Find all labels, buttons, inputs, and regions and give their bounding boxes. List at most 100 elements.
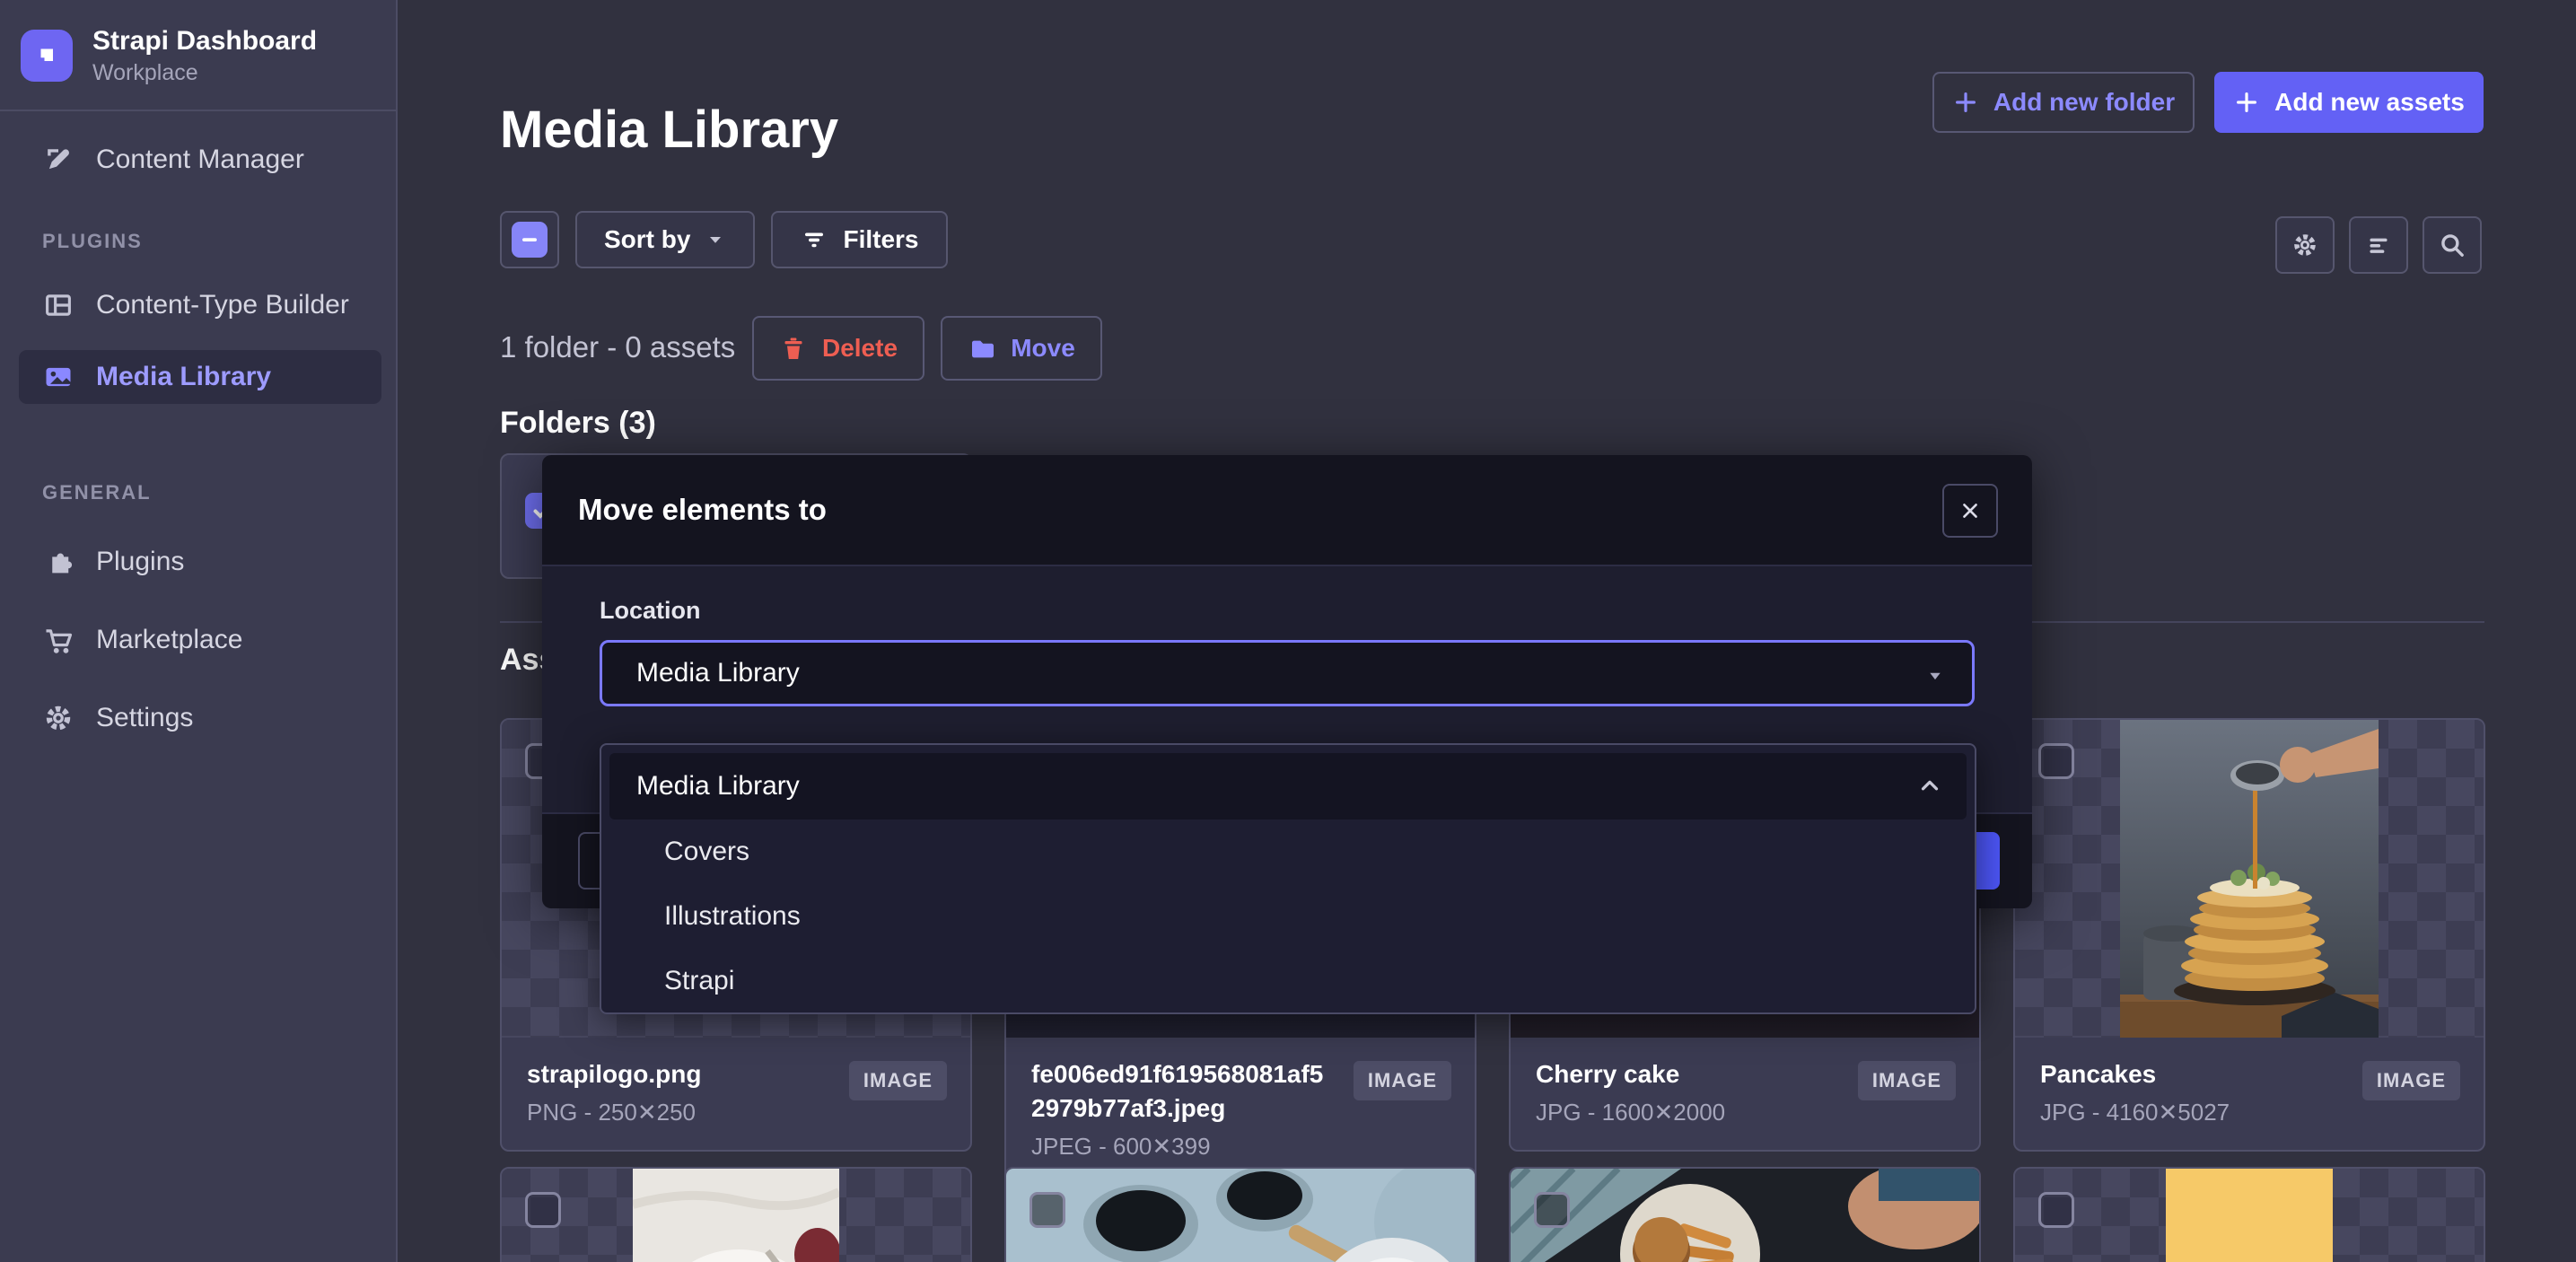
plus-icon [1952,89,1979,116]
move-button[interactable]: Move [941,316,1102,381]
asset-thumbnail [1511,1169,1979,1262]
search-button[interactable] [2423,216,2482,274]
toolbar: Sort by Filters [500,211,948,268]
trash-icon [779,334,808,363]
page-title: Media Library [500,100,838,160]
sidebar-item-label: Content Manager [96,145,304,175]
asset-card-pancakes[interactable]: Pancakes JPG - 4160✕5027 IMAGE [2013,718,2485,1152]
sort-by-button[interactable]: Sort by [575,211,755,268]
folders-heading: Folders (3) [500,406,656,441]
sidebar-section-general: GENERAL [42,481,152,504]
asset-name: strapilogo.png [527,1057,701,1091]
chevron-down-icon [1923,664,1947,688]
sidebar-item-label: Plugins [96,547,184,577]
header-actions: Add new folder Add new assets [1932,72,2484,133]
magnifier-icon [2437,230,2467,260]
sidebar-item-content-manager[interactable]: Content Manager [19,133,381,187]
sidebar-item-label: Content-Type Builder [96,290,349,320]
asset-checkbox[interactable] [525,1192,561,1228]
dropdown-option-covers[interactable]: Covers [601,819,1975,884]
sidebar-section-plugins: PLUGINS [42,230,143,253]
asset-meta: JPEG - 600✕399 [1031,1133,1336,1161]
asset-checkbox[interactable] [2038,743,2074,779]
feather-pen-icon [42,144,74,176]
sidebar: Strapi Dashboard Workplace Content Manag… [0,0,398,1262]
modal-title: Move elements to [578,493,827,527]
asset-card[interactable] [2013,1167,2485,1262]
add-new-assets-label: Add new assets [2274,88,2465,117]
asset-name: Cherry cake [1536,1057,1725,1091]
sidebar-item-label: Marketplace [96,625,242,655]
sidebar-item-label: Settings [96,703,193,733]
asset-type-badge: IMAGE [1354,1061,1451,1100]
workspace-switcher[interactable]: Strapi Dashboard Workplace [21,25,317,86]
asset-card[interactable] [500,1167,972,1262]
asset-card[interactable] [1509,1167,1981,1262]
plus-icon [2233,89,2260,116]
chevron-down-icon [705,229,726,250]
funnel-icon [800,225,828,254]
close-icon [1957,497,1984,524]
option-label: Strapi [664,966,734,996]
asset-text: fe006ed91f619568081af52979b77af3.jpeg JP… [1031,1057,1336,1161]
delete-label: Delete [822,334,898,363]
add-new-assets-button[interactable]: Add new assets [2214,72,2484,133]
gear-icon [42,702,74,734]
sidebar-item-label: Media Library [96,362,271,392]
coffee-table-thumbnail [1006,1169,1475,1262]
dropdown-option-illustrations[interactable]: Illustrations [601,884,1975,949]
move-label: Move [1011,334,1075,363]
location-select-value: Media Library [636,658,800,688]
dropdown-option-media-library[interactable]: Media Library [609,753,1967,819]
location-label: Location [600,597,701,625]
asset-text: strapilogo.png PNG - 250✕250 [527,1057,701,1126]
ice-cream-thumbnail [2166,1169,2333,1262]
add-new-folder-label: Add new folder [1993,88,2175,117]
sidebar-item-marketplace[interactable]: Marketplace [19,613,381,667]
selection-summary: 1 folder - 0 assets [500,330,735,364]
shopping-cart-icon [42,624,74,656]
asset-thumbnail [502,1169,970,1262]
sidebar-item-content-type-builder[interactable]: Content-Type Builder [19,278,381,332]
sort-by-label: Sort by [604,225,690,254]
modal-header: Move elements to [542,455,2032,566]
asset-checkbox[interactable] [1030,1192,1065,1228]
dropdown-option-strapi[interactable]: Strapi [601,949,1975,1013]
asset-meta: PNG - 250✕250 [527,1099,701,1126]
asset-type-badge: IMAGE [1858,1061,1956,1100]
chevron-up-icon [1916,773,1943,800]
asset-checkbox[interactable] [1534,1192,1570,1228]
asset-type-badge: IMAGE [2362,1061,2460,1100]
strapi-media-library-screen: Strapi Dashboard Workplace Content Manag… [0,0,2576,1262]
option-label: Covers [664,837,749,867]
filters-label: Filters [843,225,918,254]
cog-button[interactable] [2275,216,2335,274]
workspace-name: Workplace [92,60,317,86]
select-all-toggle[interactable] [500,211,559,268]
sidebar-item-settings[interactable]: Settings [19,691,381,745]
close-button[interactable] [1942,484,1998,538]
folder-icon [968,334,996,363]
delete-button[interactable]: Delete [752,316,924,381]
sidebar-item-media-library[interactable]: Media Library [19,350,381,404]
filters-button[interactable]: Filters [771,211,947,268]
option-label: Media Library [636,771,800,802]
pasta-plate-thumbnail [633,1169,839,1262]
asset-text: Cherry cake JPG - 1600✕2000 [1536,1057,1725,1126]
sidebar-divider [0,110,396,111]
asset-thumbnail [1006,1169,1475,1262]
asset-card[interactable] [1004,1167,1476,1262]
option-label: Illustrations [664,901,801,932]
location-select[interactable]: Media Library [600,640,1975,706]
asset-text: Pancakes JPG - 4160✕5027 [2040,1057,2230,1126]
list-view-button[interactable] [2349,216,2408,274]
asset-type-badge: IMAGE [849,1061,947,1100]
picture-icon [42,361,74,393]
add-new-folder-button[interactable]: Add new folder [1932,72,2195,133]
list-lines-icon [2363,230,2394,260]
asset-checkbox[interactable] [2038,1192,2074,1228]
asset-thumbnail [2015,720,2484,1038]
asset-name: Pancakes [2040,1057,2230,1091]
app-name: Strapi Dashboard [92,25,317,57]
sidebar-item-plugins[interactable]: Plugins [19,535,381,589]
